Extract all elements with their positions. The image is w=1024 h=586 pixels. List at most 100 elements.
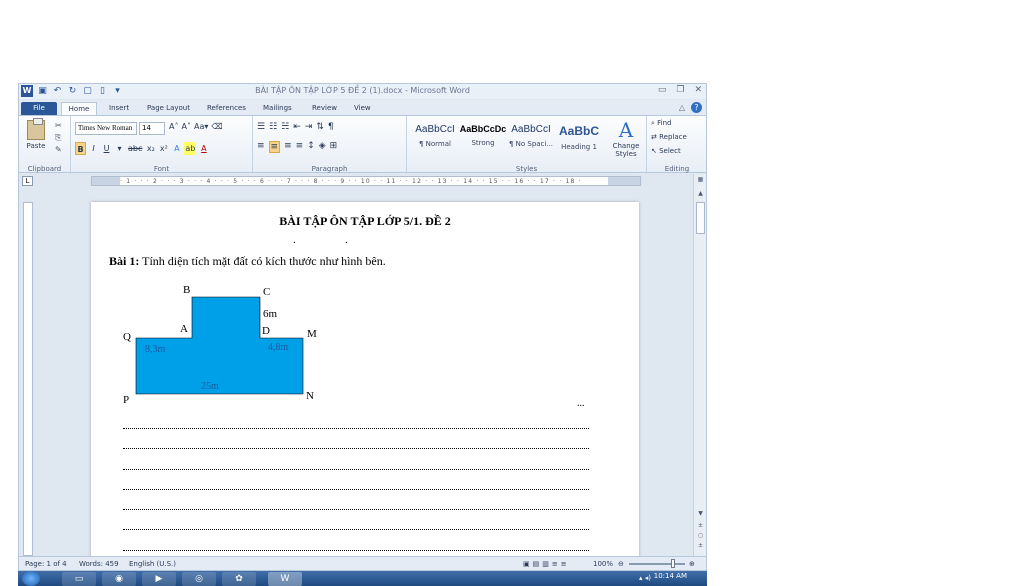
styles-gallery: AaBbCcI ¶ Normal AaBbCcDc Strong AaBbCcI… [411,120,603,158]
subscript-button[interactable]: x₂ [145,142,156,155]
bold-button[interactable]: B [75,142,86,155]
answer-line [123,509,589,510]
borders-icon[interactable]: ⊞ [330,141,338,153]
align-right-icon[interactable]: ≡ [284,141,292,153]
show-marks-icon[interactable]: ¶ [328,122,334,132]
browser-icon[interactable]: ◎ [182,572,216,586]
tab-insert[interactable]: Insert [109,102,129,115]
help-icon[interactable]: ? [691,102,702,113]
underline-button[interactable]: U [101,142,112,155]
justify-icon[interactable]: ≡ [296,141,304,153]
tab-view[interactable]: View [354,102,371,115]
select-button[interactable]: ↖ Select [647,144,706,158]
clear-formatting-icon[interactable]: ⌫ [211,122,222,131]
vertical-ruler[interactable] [23,202,33,556]
label-b: B [183,284,190,296]
horizontal-ruler[interactable]: · 1 · · · 2 · · · 3 · · · 4 · · · 5 · · … [91,176,641,186]
minimize-ribbon-icon[interactable]: △ [679,103,685,112]
zoom-knob[interactable] [671,559,675,568]
paste-button[interactable]: Paste [23,118,49,158]
strikethrough-button[interactable]: abc [127,142,143,155]
tab-references[interactable]: References [207,102,246,115]
previous-page-icon[interactable]: ± [696,522,705,529]
print-layout-icon[interactable]: ▣ [523,560,533,568]
tab-file[interactable]: File [21,102,57,115]
clock[interactable]: 10:14 AM [654,572,687,580]
start-button[interactable] [22,571,40,586]
grow-font-icon[interactable]: A˄ [169,122,178,131]
highlight-button[interactable]: ab [184,142,197,155]
text-effects-button[interactable]: A [171,142,182,155]
web-layout-icon[interactable]: ▥ [542,560,552,568]
zoom-out-icon[interactable]: ⊖ [618,560,624,568]
ruler-numbers: · 1 · · · 2 · · · 3 · · · 4 · · · 5 · · … [120,178,582,185]
underline-dropdown-icon[interactable]: ▾ [114,142,125,155]
chrome-icon[interactable]: ◉ [102,572,136,586]
change-styles-button[interactable]: A Change Styles [611,118,641,158]
style-strong[interactable]: AaBbCcDc Strong [459,120,507,158]
change-case-icon[interactable]: Aa▾ [194,122,208,131]
align-left-icon[interactable]: ≡ [257,141,265,153]
numbering-icon[interactable]: ☷ [269,122,277,132]
style-normal[interactable]: AaBbCcI ¶ Normal [411,120,459,158]
zoom-slider[interactable] [629,559,685,568]
vertical-scrollbar[interactable]: ▦ ▲ ▼ ± ○ ± [693,174,706,556]
zoom-in-icon[interactable]: ⊕ [689,560,695,568]
ruler-toggle-icon[interactable]: ▦ [696,176,705,183]
shrink-font-icon[interactable]: A˅ [181,122,190,131]
zoom-level[interactable]: 100% [593,560,613,568]
tab-mailings[interactable]: Mailings [263,102,292,115]
line-spacing-icon[interactable]: ↕ [307,141,315,153]
find-button[interactable]: ⌕ Find [647,116,706,130]
word-count[interactable]: Words: 459 [79,560,119,568]
browse-object-icon[interactable]: ○ [696,532,705,539]
increase-indent-icon[interactable]: ⇥ [305,122,313,132]
language[interactable]: English (U.S.) [129,560,176,568]
align-center-icon[interactable]: ≡ [268,141,281,153]
cut-icon[interactable]: ✂ [55,120,62,132]
page-count[interactable]: Page: 1 of 4 [25,560,67,568]
decrease-indent-icon[interactable]: ⇤ [293,122,301,132]
answer-line [123,448,589,449]
word-taskbar-icon[interactable]: W [268,572,302,586]
volume-icon[interactable]: ◂) [645,574,651,582]
explorer-icon[interactable]: ▭ [62,572,96,586]
font-size-select[interactable]: 14 [139,122,165,135]
outline-icon[interactable]: ≡ [552,560,561,568]
media-player-icon[interactable]: ▶ [142,572,176,586]
style-no-spacing[interactable]: AaBbCcI ¶ No Spaci... [507,120,555,158]
font-name-select[interactable]: Times New Roman [75,122,137,135]
title-bar: W ▣ ↶ ↻ ▢ ▯ ▾ BÀI TẬP ÔN TẬP LỚP 5 ĐỀ 2 … [19,84,706,99]
multilevel-list-icon[interactable]: ☵ [281,122,289,132]
tab-page-layout[interactable]: Page Layout [147,102,190,115]
document-area: BÀI TẬP ÔN TẬP LỚP 5/1. ĐỀ 2 . . Bài 1: … [19,188,693,556]
paint-icon[interactable]: ✿ [222,572,256,586]
network-icon[interactable]: ▴ [639,574,643,582]
tab-home[interactable]: Home [61,102,97,115]
next-page-icon[interactable]: ± [696,542,705,549]
styles-group: AaBbCcI ¶ Normal AaBbCcDc Strong AaBbCcI… [407,116,647,174]
full-screen-icon[interactable]: ▤ [533,560,543,568]
superscript-button[interactable]: x² [158,142,169,155]
bullets-icon[interactable]: ☰ [257,122,265,132]
replace-button[interactable]: ⇄ Replace [647,130,706,144]
copy-icon[interactable]: ⎘ [55,132,62,144]
shading-icon[interactable]: ◈ [319,141,326,153]
minimize-icon[interactable]: ▭ [658,85,667,95]
label-q: Q [123,331,131,343]
format-painter-icon[interactable]: ✎ [55,144,62,156]
italic-button[interactable]: I [88,142,99,155]
tab-selector-icon[interactable]: L [22,176,33,186]
document-page[interactable]: BÀI TẬP ÔN TẬP LỚP 5/1. ĐỀ 2 . . Bài 1: … [91,202,639,556]
font-color-button[interactable]: A [198,142,209,155]
style-heading-1[interactable]: AaBbC Heading 1 [555,120,603,158]
scroll-up-icon[interactable]: ▲ [696,190,705,197]
close-icon[interactable]: ✕ [694,85,702,95]
sort-icon[interactable]: ⇅ [316,122,324,132]
draft-icon[interactable]: ≡ [561,560,570,568]
scroll-thumb[interactable] [696,202,705,234]
scroll-down-icon[interactable]: ▼ [696,510,705,517]
tab-review[interactable]: Review [312,102,337,115]
restore-icon[interactable]: ❐ [676,85,684,95]
view-buttons: ▣▤▥≡≡ [523,560,570,568]
